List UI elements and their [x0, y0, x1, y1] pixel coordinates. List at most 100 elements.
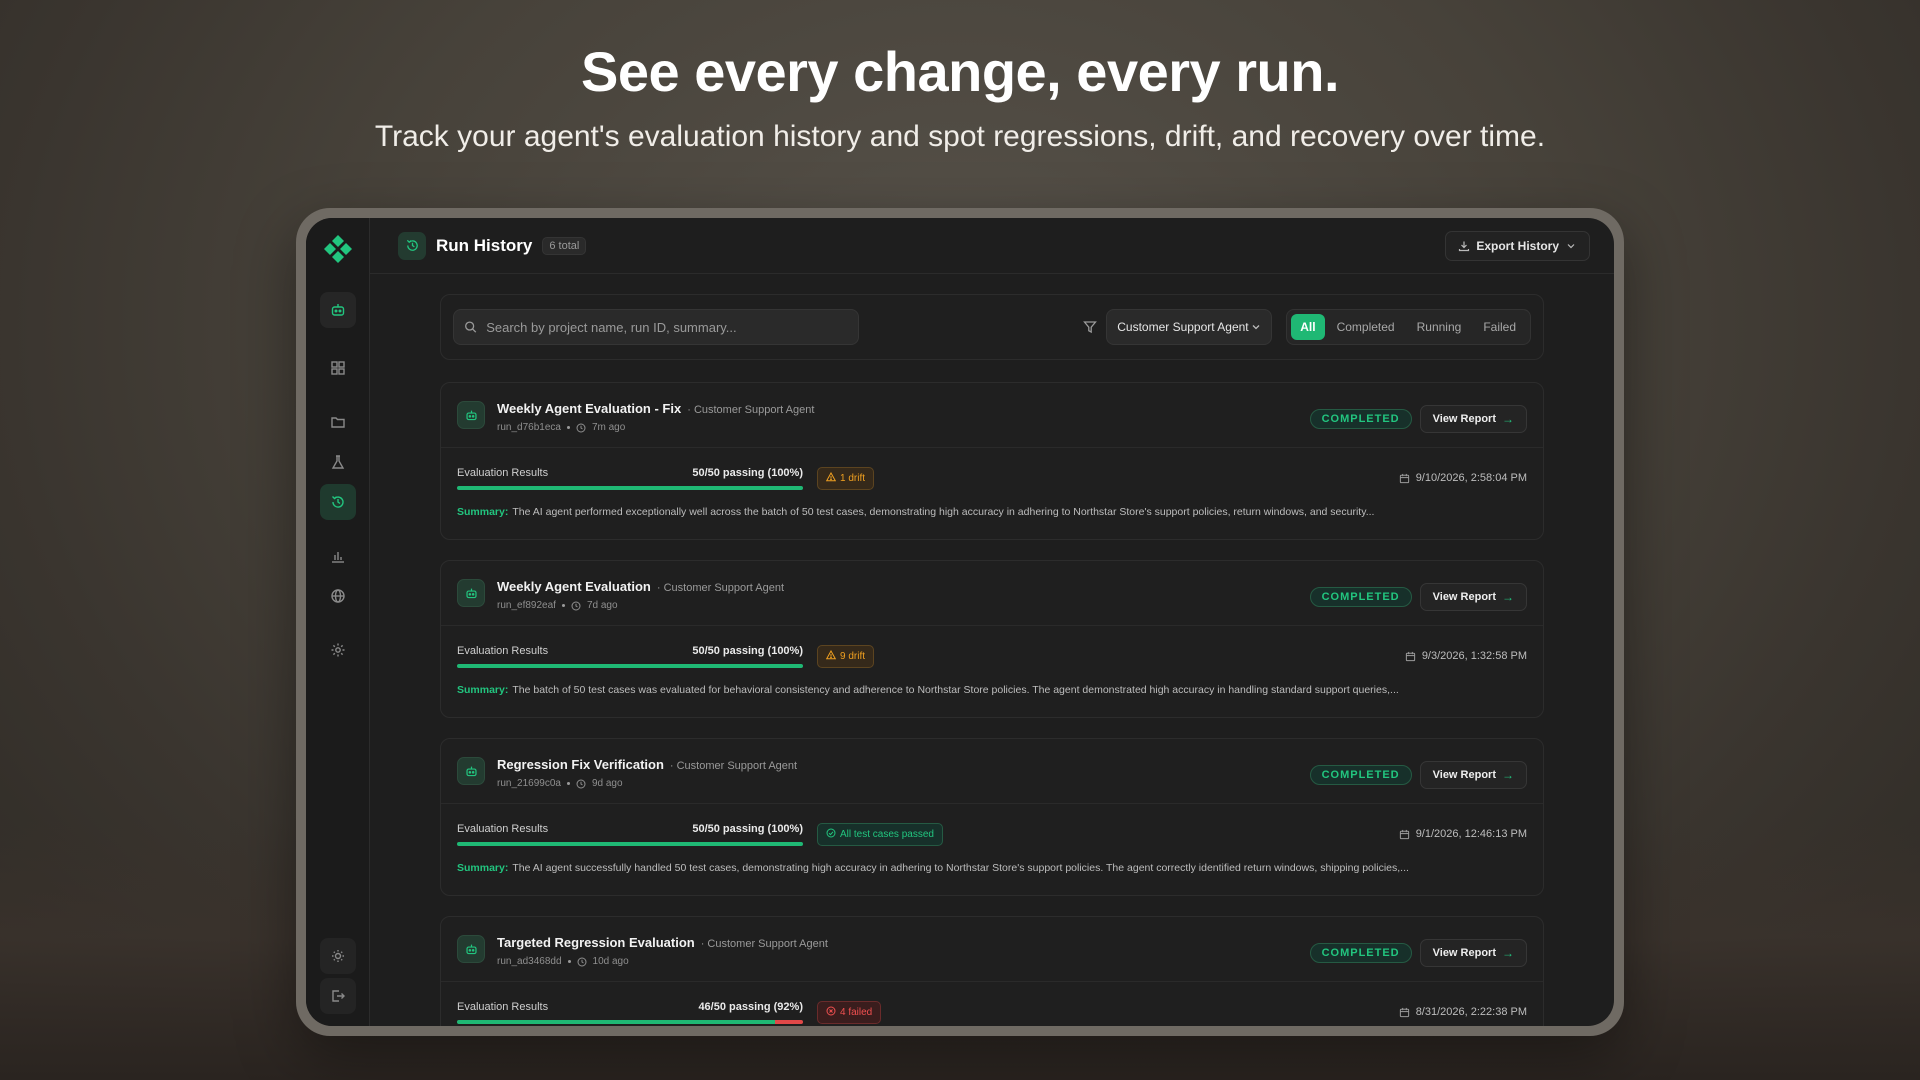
tab-all[interactable]: All: [1291, 314, 1325, 340]
warning-icon: [825, 471, 837, 481]
run-age: 7m ago: [591, 422, 626, 433]
sidebar-item-analytics[interactable]: [320, 538, 356, 574]
arrow-right-icon: →: [1502, 412, 1514, 426]
separator-dot: [567, 960, 571, 963]
run-card: Regression Fix Verification · Customer S…: [440, 738, 1544, 896]
pass-progress-bar: [457, 485, 803, 490]
fail-bar-fill: [775, 1019, 803, 1024]
pass-bar-fill: [457, 841, 803, 846]
download-icon: [1459, 241, 1470, 251]
tab-failed[interactable]: Failed: [1473, 314, 1526, 340]
eval-value: 50/50 passing (100%): [692, 822, 803, 835]
run-title[interactable]: Regression Fix Verification: [497, 757, 664, 772]
device-frame: Run History 6 total Export History C: [296, 208, 1624, 1036]
export-history-button[interactable]: Export History: [1445, 230, 1590, 261]
eval-label: Evaluation Results: [457, 822, 549, 835]
run-title[interactable]: Weekly Agent Evaluation - Fix: [497, 401, 681, 416]
chevron-down-icon: [1252, 325, 1260, 330]
search-box: [453, 309, 859, 345]
summary-text: The AI agent successfully handled 50 tes…: [512, 862, 1409, 874]
arrow-right-icon: →: [1502, 946, 1514, 960]
run-age: 10d ago: [592, 956, 629, 967]
main-panel: Run History 6 total Export History C: [370, 218, 1614, 1026]
theme-toggle[interactable]: [320, 938, 356, 974]
eval-label: Evaluation Results: [457, 466, 549, 479]
result-tag-label: 9 drift: [840, 650, 866, 662]
view-report-label: View Report: [1432, 591, 1496, 603]
run-date-value: 9/1/2026, 12:46:13 PM: [1415, 828, 1527, 840]
eval-value: 46/50 passing (92%): [698, 1000, 803, 1013]
eval-value: 50/50 passing (100%): [692, 644, 803, 657]
view-report-label: View Report: [1432, 413, 1496, 425]
app-window: Run History 6 total Export History C: [306, 218, 1614, 1026]
robot-icon: [457, 401, 485, 429]
calendar-icon: [1405, 651, 1415, 661]
sidebar-item-history[interactable]: [319, 484, 356, 520]
run-date-value: 9/10/2026, 2:58:04 PM: [1415, 472, 1527, 484]
result-tag: 9 drift: [817, 644, 875, 668]
tab-completed[interactable]: Completed: [1327, 314, 1405, 340]
status-tabs: All Completed Running Failed: [1286, 309, 1531, 345]
logout-button[interactable]: [320, 978, 356, 1014]
view-report-button[interactable]: View Report →: [1419, 405, 1527, 433]
globe-icon: [330, 589, 345, 603]
run-card: Weekly Agent Evaluation - Fix · Customer…: [440, 382, 1544, 540]
total-count-badge: 6 total: [542, 236, 587, 255]
arrow-right-icon: →: [1502, 590, 1514, 604]
run-date: 8/31/2026, 2:22:38 PM: [1399, 1006, 1527, 1018]
warning-icon: [825, 649, 837, 659]
search-icon: [465, 321, 477, 333]
clock-icon: [577, 957, 587, 966]
view-report-button[interactable]: View Report →: [1419, 583, 1527, 611]
agent-select-value: Customer Support Agent: [1117, 320, 1249, 334]
tag-icon: [826, 828, 836, 841]
agent-select[interactable]: Customer Support Agent: [1106, 309, 1273, 345]
run-date-value: 8/31/2026, 2:22:38 PM: [1415, 1006, 1527, 1018]
x-circle-icon: [826, 1006, 836, 1015]
logout-icon: [332, 990, 345, 1002]
run-summary: Summary: The AI agent successfully handle…: [441, 852, 1543, 874]
run-date: 9/10/2026, 2:58:04 PM: [1399, 472, 1527, 484]
result-tag: 4 failed: [817, 1000, 882, 1024]
run-agent: · Customer Support Agent: [687, 404, 815, 416]
sidebar-item-agent[interactable]: [319, 292, 356, 328]
view-report-button[interactable]: View Report →: [1419, 939, 1527, 967]
flask-icon: [331, 455, 344, 469]
sidebar-item-projects[interactable]: [320, 404, 356, 440]
tab-running[interactable]: Running: [1407, 314, 1472, 340]
evaluation-row: Evaluation Results 50/50 passing (100%) …: [441, 804, 1543, 852]
view-report-button[interactable]: View Report →: [1419, 761, 1527, 789]
sidebar-item-dashboard[interactable]: [320, 350, 356, 386]
run-card: Targeted Regression Evaluation · Custome…: [440, 916, 1544, 1026]
run-card: Weekly Agent Evaluation · Customer Suppo…: [440, 560, 1544, 718]
run-title[interactable]: Targeted Regression Evaluation: [497, 935, 695, 950]
calendar-icon: [1399, 1007, 1409, 1017]
robot-icon: [457, 757, 485, 785]
run-card-header: Regression Fix Verification · Customer S…: [441, 739, 1543, 804]
clock-icon: [571, 601, 581, 610]
sidebar-item-web[interactable]: [320, 578, 356, 614]
summary-label: Summary:: [457, 862, 509, 874]
sidebar-item-experiments[interactable]: [320, 444, 356, 480]
topbar: Run History 6 total Export History: [370, 218, 1614, 274]
chevron-down-icon: [1567, 243, 1575, 248]
search-input[interactable]: [486, 319, 848, 335]
history-icon: [398, 231, 426, 260]
eval-label: Evaluation Results: [457, 1000, 549, 1013]
sidebar-item-settings[interactable]: [320, 632, 356, 668]
result-tag-label: 1 drift: [840, 472, 866, 484]
sidebar-bottom: [320, 938, 356, 1018]
run-agent: · Customer Support Agent: [656, 582, 785, 594]
folder-icon: [330, 417, 345, 428]
summary-label: Summary:: [457, 684, 509, 696]
robot-icon: [457, 579, 485, 607]
run-id: run_ef892eaf: [497, 600, 556, 611]
run-age: 9d ago: [591, 778, 623, 789]
calendar-icon: [1399, 473, 1409, 483]
run-card-header: Targeted Regression Evaluation · Custome…: [441, 917, 1543, 982]
robot-icon: [457, 935, 485, 963]
run-list: Weekly Agent Evaluation - Fix · Customer…: [440, 382, 1544, 1026]
run-title[interactable]: Weekly Agent Evaluation: [497, 579, 651, 594]
run-card-header: Weekly Agent Evaluation - Fix · Customer…: [441, 383, 1543, 448]
run-card-header: Weekly Agent Evaluation · Customer Suppo…: [441, 561, 1543, 626]
